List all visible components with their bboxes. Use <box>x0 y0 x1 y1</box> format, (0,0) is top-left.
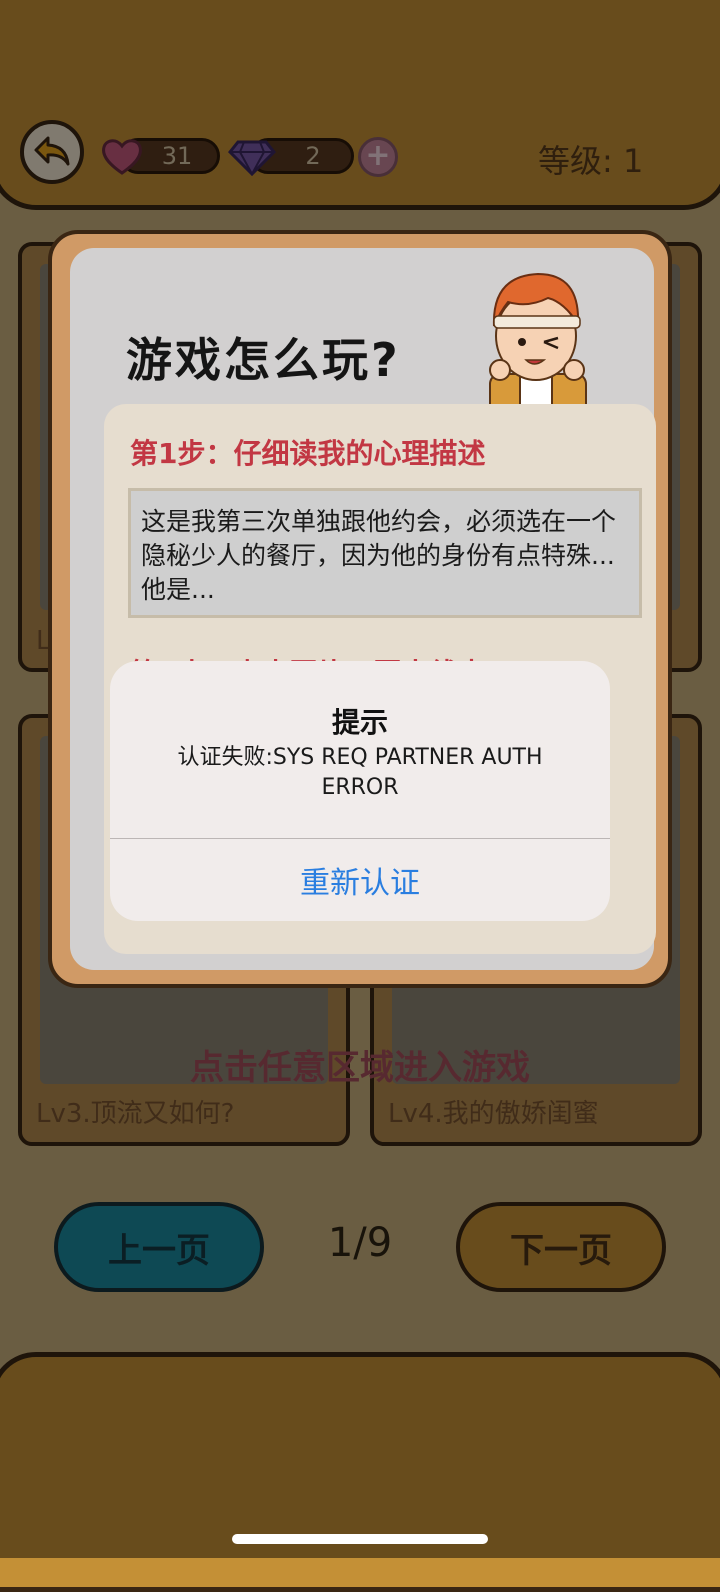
alert-dialog: 提示 认证失败:SYS REQ PARTNER AUTH ERROR 重新认证 <box>110 661 610 921</box>
tutorial-title: 游戏怎么玩? <box>126 333 401 387</box>
step1-title: 第1步：仔细读我的心理描述 <box>130 437 486 470</box>
alert-title: 提示 <box>331 706 388 739</box>
step1-description: 这是我第三次单独跟他约会，必须选在一个隐秘少人的餐厅，因为他的身份有点特殊...… <box>128 488 642 618</box>
character-illustration <box>489 272 587 412</box>
alert-message: 认证失败:SYS REQ PARTNER AUTH ERROR <box>177 745 543 800</box>
reauthenticate-button[interactable]: 重新认证 <box>110 839 610 921</box>
home-indicator <box>232 1534 488 1544</box>
